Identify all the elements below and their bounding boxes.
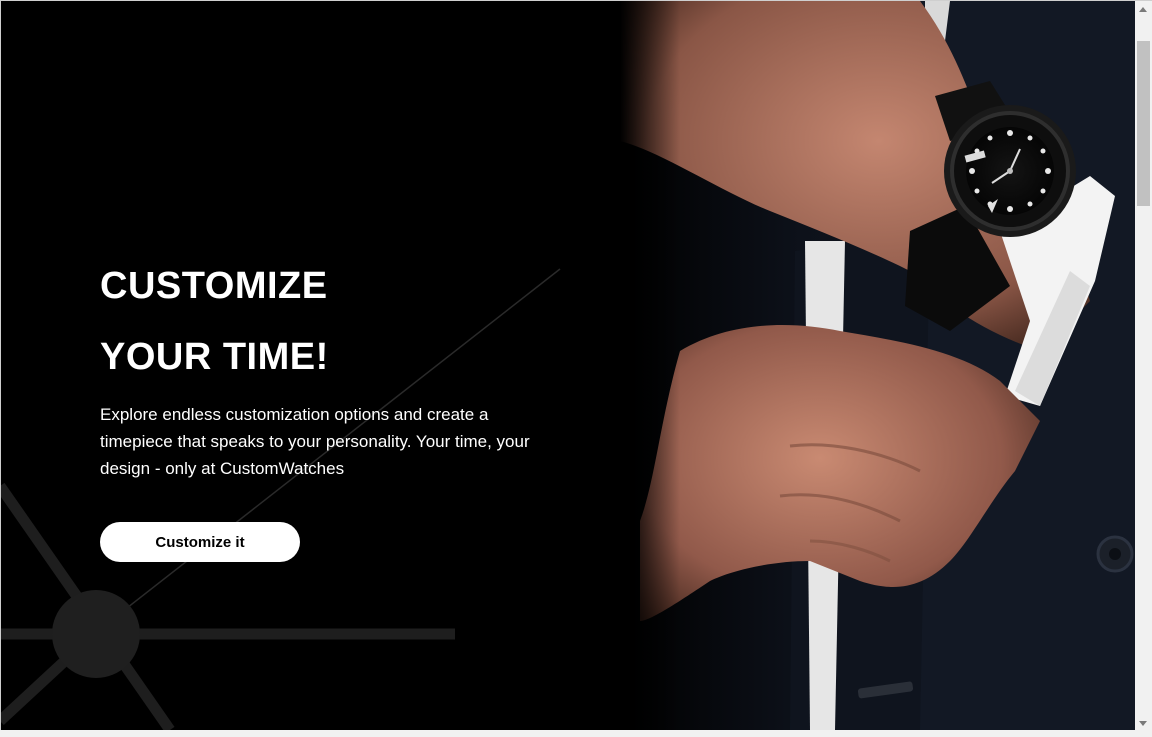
window-border-bottom [0,730,1152,737]
window-border-left [0,0,1,737]
window-border-top [0,0,1152,1]
customize-it-button[interactable]: Customize it [100,522,300,562]
hero-description: Explore endless customization options an… [100,405,530,478]
scrollbar-thumb[interactable] [1137,41,1150,206]
hero-title-line-1: CUSTOMIZE [100,265,328,307]
scroll-down-arrow-icon[interactable] [1139,721,1147,726]
scroll-up-arrow-icon[interactable] [1139,7,1147,12]
vertical-scrollbar[interactable] [1135,1,1152,730]
hero-title-line-2: YOUR TIME! [100,336,329,378]
wrist-watch-photo [620,1,1135,730]
page-viewport: CUSTOMIZE YOUR TIME! Explore endless cus… [0,0,1152,737]
hero-section: CUSTOMIZE YOUR TIME! Explore endless cus… [0,1,1135,730]
hero-title: CUSTOMIZE YOUR TIME! [100,251,329,393]
